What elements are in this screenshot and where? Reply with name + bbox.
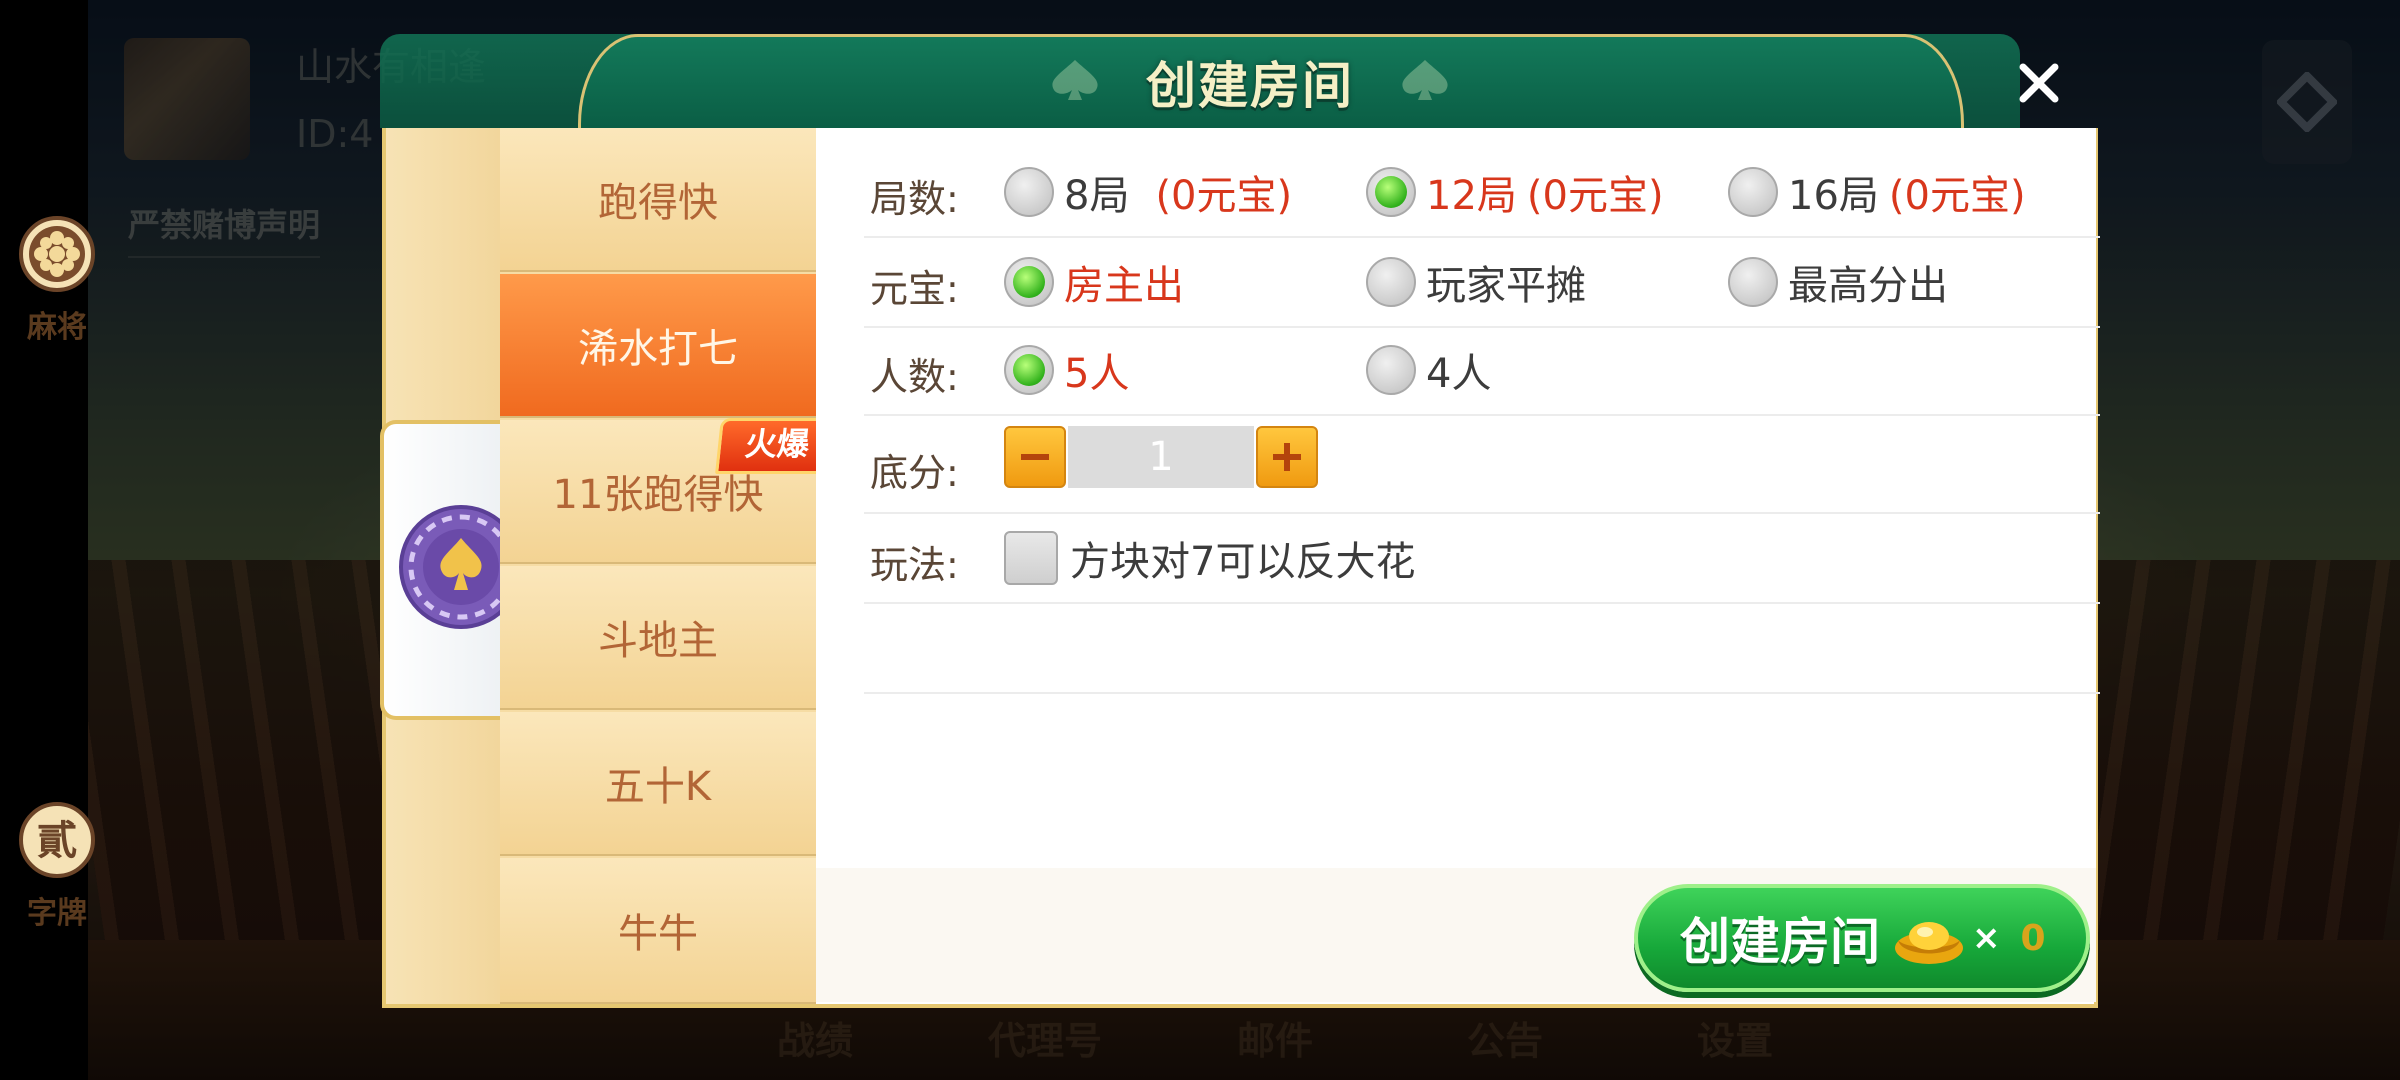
game-item-label: 浠水打七 xyxy=(578,326,738,372)
create-room-button[interactable]: 创建房间 × 0 xyxy=(1634,884,2090,992)
category-zipai[interactable]: 貳 字牌 xyxy=(0,800,114,932)
option-row-rounds: 局数: 8局 (0元宝) 12局 (0元宝) 16局 (0元宝) xyxy=(864,148,2100,238)
radio-players-5[interactable]: 5人 xyxy=(1004,342,1129,398)
radio-button[interactable] xyxy=(1366,345,1416,395)
game-item-label: 五十K xyxy=(604,764,712,810)
radio-button-selected[interactable] xyxy=(1366,167,1416,217)
base-score-label: 底分: xyxy=(870,451,959,495)
option-row-base-score: 底分: 1 xyxy=(864,416,2100,514)
players-label: 人数: xyxy=(870,355,959,399)
category-zipai-label: 字牌 xyxy=(27,896,87,931)
radio-payment-winner[interactable]: 最高分出 xyxy=(1728,254,1948,310)
radio-players-4[interactable]: 4人 xyxy=(1366,342,1491,398)
option-row-players: 人数: 5人 4人 xyxy=(864,326,2100,416)
base-score-value: 1 xyxy=(1068,426,1254,488)
game-item-label: 跑得快 xyxy=(598,180,718,226)
game-item-label: 牛牛 xyxy=(618,911,698,957)
game-item-doudizhu[interactable]: 斗地主 xyxy=(500,566,816,710)
option-label: 8局 xyxy=(1064,173,1130,219)
radio-button[interactable] xyxy=(1728,167,1778,217)
option-label: 玩家平摊 xyxy=(1426,263,1586,309)
radio-payment-owner[interactable]: 房主出 xyxy=(1004,254,1184,310)
rules-label: 玩法: xyxy=(870,543,959,587)
radio-button-selected[interactable] xyxy=(1004,257,1054,307)
plus-icon xyxy=(1273,443,1301,471)
flower-icon xyxy=(19,216,95,292)
option-row-payment: 元宝: 房主出 玩家平摊 最高分出 xyxy=(864,238,2100,328)
game-item-label: 斗地主 xyxy=(598,618,718,664)
radio-button[interactable] xyxy=(1366,257,1416,307)
close-button[interactable] xyxy=(2010,54,2068,112)
checkbox[interactable] xyxy=(1004,531,1058,585)
radio-rounds-12[interactable]: 12局 (0元宝) xyxy=(1366,164,1664,220)
option-cost: (0元宝) xyxy=(1526,173,1664,219)
er-chip-icon: 貳 xyxy=(19,802,95,878)
er-glyph: 貳 xyxy=(37,818,77,864)
option-label: 房主出 xyxy=(1064,263,1184,309)
option-row-rules: 玩法: 方块对7可以反大花 xyxy=(864,514,2100,604)
minus-icon xyxy=(1021,454,1049,460)
option-cost: (0元宝) xyxy=(1888,173,2026,219)
checkbox-label: 方块对7可以反大花 xyxy=(1070,539,1416,585)
ingot-count: 0 xyxy=(2020,917,2046,959)
radio-button[interactable] xyxy=(1004,167,1054,217)
option-label: 16局 xyxy=(1788,173,1879,219)
option-label: 4人 xyxy=(1426,351,1492,397)
decrement-button[interactable] xyxy=(1004,426,1066,488)
option-label: 12局 xyxy=(1426,173,1517,219)
multiply-sign: × xyxy=(1972,918,2001,958)
gold-ingot-icon xyxy=(1895,922,1963,964)
radio-payment-split[interactable]: 玩家平摊 xyxy=(1366,254,1586,310)
create-room-label: 创建房间 xyxy=(1680,913,1880,971)
radio-button[interactable] xyxy=(1728,257,1778,307)
rule-checkbox-option[interactable]: 方块对7可以反大花 xyxy=(1004,530,1415,586)
category-mahjong-label: 麻将 xyxy=(27,310,87,345)
option-label: 最高分出 xyxy=(1788,263,1948,309)
radio-rounds-8[interactable]: 8局 (0元宝) xyxy=(1004,164,1292,220)
close-icon xyxy=(2019,63,2059,103)
rounds-label: 局数: xyxy=(870,177,959,221)
game-item-niuniu[interactable]: 牛牛 xyxy=(500,858,816,1004)
dialog-title: 创建房间 xyxy=(1146,57,1354,115)
option-cost: (0元宝) xyxy=(1155,173,1293,219)
radio-button-selected[interactable] xyxy=(1004,345,1054,395)
game-item-paodekuai[interactable]: 跑得快 xyxy=(500,128,816,272)
increment-button[interactable] xyxy=(1256,426,1318,488)
game-item-wushik[interactable]: 五十K xyxy=(500,712,816,856)
option-row-empty xyxy=(864,604,2100,694)
radio-rounds-16[interactable]: 16局 (0元宝) xyxy=(1728,164,2026,220)
base-score-stepper: 1 xyxy=(1004,426,1318,488)
option-label: 5人 xyxy=(1064,351,1130,397)
game-item-xishui-daqi[interactable]: 浠水打七 xyxy=(500,274,816,418)
category-mahjong[interactable]: 麻将 xyxy=(0,214,114,346)
payment-label: 元宝: xyxy=(870,267,959,311)
